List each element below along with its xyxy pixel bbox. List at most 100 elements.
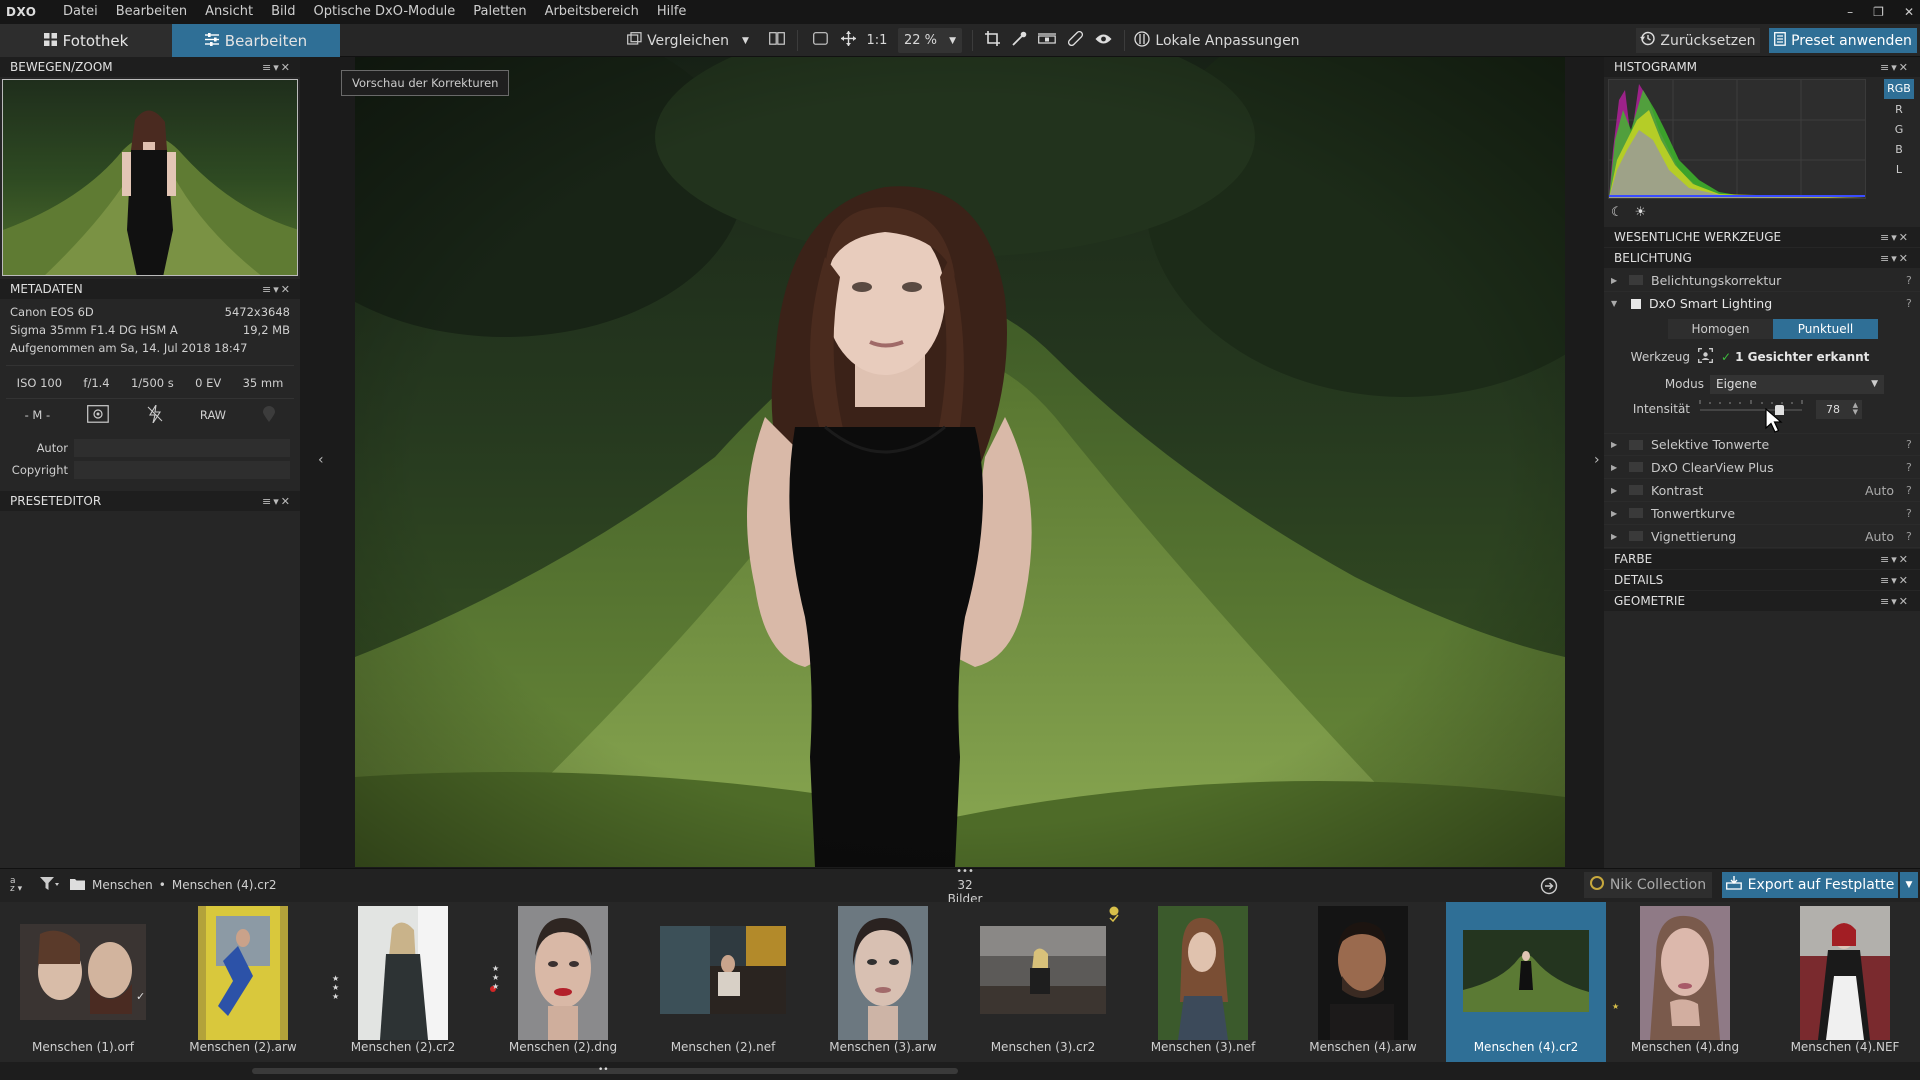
metadata-header[interactable]: METADATEN ≡▾✕ [0, 279, 300, 299]
panel-menu-close-icon[interactable]: ≡▾✕ [1880, 252, 1910, 265]
share-icon[interactable] [1540, 877, 1558, 898]
expand-triangle-icon[interactable]: ▶ [1611, 276, 1623, 285]
expand-triangle-icon[interactable]: ▶ [1611, 463, 1623, 472]
author-input[interactable] [74, 439, 290, 457]
menu-arbeitsbereich[interactable]: Arbeitsbereich [536, 0, 648, 24]
red-eye-button[interactable] [1090, 28, 1116, 53]
rating-stars[interactable]: ★ [1612, 1002, 1619, 1011]
panel-menu-close-icon[interactable]: ≡▾✕ [262, 495, 292, 508]
intensity-slider[interactable] [1698, 398, 1806, 420]
zoom-100-button[interactable]: 1:1 [864, 28, 890, 53]
panel-menu-close-icon[interactable]: ≡▾✕ [1880, 231, 1910, 244]
tool-vignetting[interactable]: ▶ Vignettierung Auto ? [1604, 525, 1920, 548]
local-adjustments-button[interactable]: Lokale Anpassungen [1132, 28, 1302, 53]
face-frame-icon[interactable] [1698, 348, 1713, 366]
move-zoom-header[interactable]: BEWEGEN/ZOOM ≡▾✕ [0, 57, 300, 77]
histogram-header[interactable]: HISTOGRAMM ≡▾✕ [1604, 57, 1920, 77]
film-item-11[interactable]: ★ Menschen (4).dng [1606, 902, 1764, 1062]
breadcrumb-folder[interactable]: Menschen [92, 878, 153, 892]
close-icon[interactable]: ✕ [1904, 5, 1914, 19]
help-icon[interactable]: ? [1906, 507, 1920, 520]
film-item-5[interactable]: Menschen (2).nef [644, 902, 802, 1062]
expand-triangle-icon[interactable]: ▶ [1611, 532, 1623, 541]
color-header[interactable]: FARBE ≡▾✕ [1604, 549, 1920, 569]
sun-icon[interactable]: ☀ [1635, 205, 1647, 220]
move-button[interactable] [836, 28, 860, 53]
panel-menu-close-icon[interactable]: ≡▾✕ [262, 283, 292, 296]
tool-exposure-correction[interactable]: ▶ Belichtungskorrektur ? [1604, 269, 1920, 292]
tool-enable-toggle[interactable] [1629, 508, 1643, 518]
nik-collection-button[interactable]: Nik Collection [1584, 872, 1712, 898]
tab-bearbeiten[interactable]: Bearbeiten [172, 24, 340, 57]
reset-button[interactable]: Zurücksetzen [1636, 28, 1760, 53]
rating-stars[interactable]: ★ ★ ★ [332, 974, 339, 1001]
details-header[interactable]: DETAILS ≡▾✕ [1604, 570, 1920, 590]
collapse-triangle-icon[interactable]: ▼ [1611, 299, 1623, 308]
film-item-3[interactable]: ★ ★ ★ Menschen (2).cr2 [324, 902, 482, 1062]
tool-selective-tones[interactable]: ▶ Selektive Tonwerte ? [1604, 433, 1920, 456]
expand-triangle-icon[interactable]: ▶ [1611, 509, 1623, 518]
tool-enable-toggle[interactable] [1631, 298, 1641, 309]
tool-enable-toggle[interactable] [1629, 485, 1643, 495]
tool-enable-toggle[interactable] [1629, 439, 1643, 450]
picker-button[interactable] [1007, 28, 1031, 53]
filter-icon[interactable] [40, 877, 60, 894]
repair-button[interactable] [1063, 28, 1087, 53]
film-item-8[interactable]: Menschen (3).nef [1124, 902, 1282, 1062]
apply-preset-button[interactable]: Preset anwenden [1769, 28, 1917, 53]
filmstrip-scrollbar[interactable]: •• [0, 1062, 1920, 1080]
tool-auto-value[interactable]: Auto [1865, 529, 1894, 544]
panel-menu-close-icon[interactable]: ≡▾✕ [1880, 574, 1910, 587]
channel-b[interactable]: B [1884, 140, 1914, 160]
help-icon[interactable]: ? [1906, 530, 1920, 543]
channel-l[interactable]: L [1884, 160, 1914, 180]
menu-paletten[interactable]: Paletten [464, 0, 535, 24]
split-view-button[interactable] [764, 28, 790, 53]
film-item-1[interactable]: ✓ Menschen (1).orf [4, 902, 162, 1062]
tool-auto-value[interactable]: Auto [1865, 483, 1894, 498]
expand-triangle-icon[interactable]: ▶ [1611, 486, 1623, 495]
film-item-12[interactable]: Menschen (4).NEF [1766, 902, 1920, 1062]
channel-r[interactable]: R [1884, 100, 1914, 120]
stepper-icon[interactable]: ▲ ▼ [1853, 402, 1858, 416]
exposure-header[interactable]: BELICHTUNG ≡▾✕ [1604, 248, 1920, 268]
menu-datei[interactable]: Datei [54, 0, 107, 24]
menu-bearbeiten[interactable]: Bearbeiten [107, 0, 196, 24]
menu-ansicht[interactable]: Ansicht [196, 0, 262, 24]
help-icon[interactable]: ? [1906, 484, 1920, 497]
rating-stars[interactable]: ★ ★ ★ [492, 964, 499, 991]
channel-rgb[interactable]: RGB [1884, 79, 1914, 99]
restore-icon[interactable]: ❐ [1873, 5, 1884, 19]
collapse-left-chevron-icon[interactable]: ‹ [318, 452, 324, 468]
film-item-7[interactable]: Menschen (3).cr2 [964, 902, 1122, 1062]
intensity-input[interactable]: 78 ▲ ▼ [1816, 399, 1862, 419]
tool-enable-toggle[interactable] [1629, 462, 1643, 472]
navigator-thumbnail[interactable] [2, 79, 298, 276]
tab-fotothek[interactable]: Fotothek [0, 24, 172, 57]
sort-icon[interactable]: az ▾ [10, 877, 22, 894]
crop-button[interactable] [980, 28, 1004, 53]
resize-handle-icon[interactable]: ••• [955, 867, 975, 877]
moon-icon[interactable]: ☾ [1611, 205, 1623, 220]
essential-tools-header[interactable]: WESENTLICHE WERKZEUGE ≡▾✕ [1604, 227, 1920, 247]
film-item-4[interactable]: ★ ★ ★ Menschen (2).dng [484, 902, 642, 1062]
export-button[interactable]: Export auf Festplatte [1722, 872, 1898, 898]
copyright-input[interactable] [74, 461, 290, 479]
panel-menu-close-icon[interactable]: ≡▾✕ [1880, 553, 1910, 566]
export-options-chevron-icon[interactable]: ▼ [1900, 872, 1918, 898]
help-icon[interactable]: ? [1906, 274, 1920, 287]
tool-enable-toggle[interactable] [1629, 275, 1643, 285]
tool-contrast[interactable]: ▶ Kontrast Auto ? [1604, 479, 1920, 502]
help-icon[interactable]: ? [1906, 438, 1920, 451]
help-icon[interactable]: ? [1906, 461, 1920, 474]
fit-screen-button[interactable] [808, 28, 832, 53]
mode-dropdown[interactable]: Eigene ▼ [1710, 374, 1884, 394]
mode-punktuell-button[interactable]: Punktuell [1773, 319, 1878, 339]
film-item-6[interactable]: Menschen (3).arw [804, 902, 962, 1062]
menu-bild[interactable]: Bild [262, 0, 304, 24]
mode-homogen-button[interactable]: Homogen [1668, 319, 1773, 339]
zoom-select[interactable]: 22 % ▼ [898, 28, 962, 53]
preview-corrections-toggle[interactable]: Vorschau der Korrekturen [341, 70, 510, 96]
panel-menu-close-icon[interactable]: ≡▾✕ [1880, 61, 1910, 74]
panel-menu-close-icon[interactable]: ≡▾✕ [262, 61, 292, 74]
